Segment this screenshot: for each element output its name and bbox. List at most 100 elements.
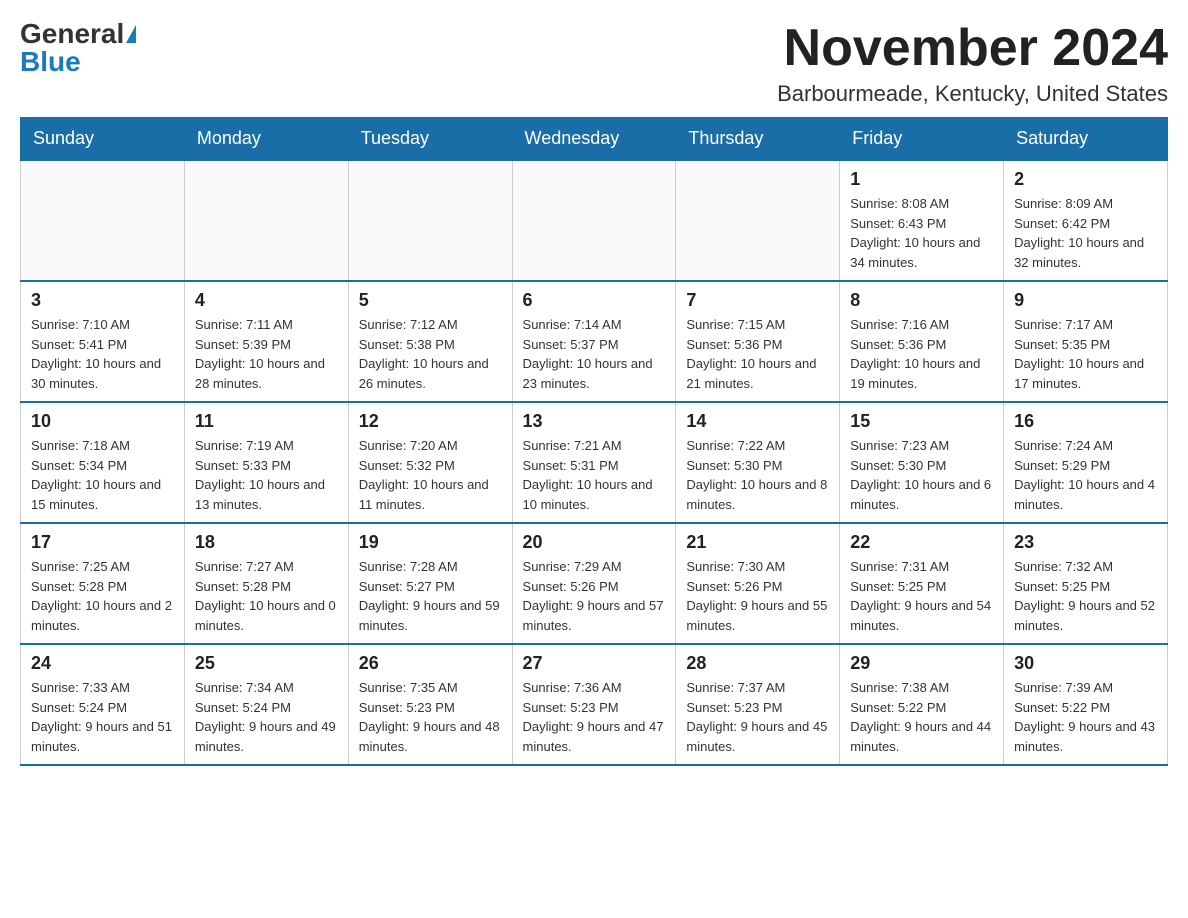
calendar-cell: 27 Sunrise: 7:36 AMSunset: 5:23 PMDayligh… bbox=[512, 644, 676, 765]
day-number: 22 bbox=[850, 532, 993, 553]
day-info: Sunrise: 7:30 AMSunset: 5:26 PMDaylight:… bbox=[686, 557, 829, 635]
calendar-week-4: 17 Sunrise: 7:25 AMSunset: 5:28 PMDayligh… bbox=[21, 523, 1168, 644]
day-number: 9 bbox=[1014, 290, 1157, 311]
day-number: 17 bbox=[31, 532, 174, 553]
day-number: 11 bbox=[195, 411, 338, 432]
day-number: 19 bbox=[359, 532, 502, 553]
day-info: Sunrise: 7:16 AMSunset: 5:36 PMDaylight:… bbox=[850, 315, 993, 393]
day-info: Sunrise: 7:19 AMSunset: 5:33 PMDaylight:… bbox=[195, 436, 338, 514]
title-block: November 2024 Barbourmeade, Kentucky, Un… bbox=[777, 20, 1168, 107]
day-number: 30 bbox=[1014, 653, 1157, 674]
calendar-cell: 18 Sunrise: 7:27 AMSunset: 5:28 PMDayligh… bbox=[184, 523, 348, 644]
day-number: 4 bbox=[195, 290, 338, 311]
day-info: Sunrise: 7:39 AMSunset: 5:22 PMDaylight:… bbox=[1014, 678, 1157, 756]
day-info: Sunrise: 7:24 AMSunset: 5:29 PMDaylight:… bbox=[1014, 436, 1157, 514]
calendar-cell: 30 Sunrise: 7:39 AMSunset: 5:22 PMDayligh… bbox=[1004, 644, 1168, 765]
day-info: Sunrise: 8:09 AMSunset: 6:42 PMDaylight:… bbox=[1014, 194, 1157, 272]
day-info: Sunrise: 7:33 AMSunset: 5:24 PMDaylight:… bbox=[31, 678, 174, 756]
weekday-header-friday: Friday bbox=[840, 118, 1004, 161]
day-number: 10 bbox=[31, 411, 174, 432]
calendar-cell: 7 Sunrise: 7:15 AMSunset: 5:36 PMDaylight… bbox=[676, 281, 840, 402]
day-number: 3 bbox=[31, 290, 174, 311]
calendar-cell: 1 Sunrise: 8:08 AMSunset: 6:43 PMDaylight… bbox=[840, 160, 1004, 281]
calendar-cell bbox=[676, 160, 840, 281]
day-number: 25 bbox=[195, 653, 338, 674]
calendar-cell bbox=[184, 160, 348, 281]
weekday-header-thursday: Thursday bbox=[676, 118, 840, 161]
day-info: Sunrise: 7:25 AMSunset: 5:28 PMDaylight:… bbox=[31, 557, 174, 635]
day-number: 13 bbox=[523, 411, 666, 432]
day-info: Sunrise: 7:11 AMSunset: 5:39 PMDaylight:… bbox=[195, 315, 338, 393]
day-number: 7 bbox=[686, 290, 829, 311]
day-info: Sunrise: 7:38 AMSunset: 5:22 PMDaylight:… bbox=[850, 678, 993, 756]
calendar-cell: 2 Sunrise: 8:09 AMSunset: 6:42 PMDaylight… bbox=[1004, 160, 1168, 281]
day-info: Sunrise: 7:12 AMSunset: 5:38 PMDaylight:… bbox=[359, 315, 502, 393]
calendar-cell: 20Sunrise: 7:29 AMSunset: 5:26 PMDayligh… bbox=[512, 523, 676, 644]
month-title: November 2024 bbox=[777, 20, 1168, 77]
logo-triangle-icon bbox=[126, 25, 136, 43]
day-number: 23 bbox=[1014, 532, 1157, 553]
day-number: 12 bbox=[359, 411, 502, 432]
calendar-cell: 8Sunrise: 7:16 AMSunset: 5:36 PMDaylight… bbox=[840, 281, 1004, 402]
calendar-cell: 10 Sunrise: 7:18 AMSunset: 5:34 PMDayligh… bbox=[21, 402, 185, 523]
calendar-week-3: 10 Sunrise: 7:18 AMSunset: 5:34 PMDayligh… bbox=[21, 402, 1168, 523]
calendar-week-5: 24Sunrise: 7:33 AMSunset: 5:24 PMDayligh… bbox=[21, 644, 1168, 765]
calendar-cell: 29 Sunrise: 7:38 AMSunset: 5:22 PMDayligh… bbox=[840, 644, 1004, 765]
day-info: Sunrise: 8:08 AMSunset: 6:43 PMDaylight:… bbox=[850, 194, 993, 272]
weekday-header-tuesday: Tuesday bbox=[348, 118, 512, 161]
day-info: Sunrise: 7:31 AMSunset: 5:25 PMDaylight:… bbox=[850, 557, 993, 635]
calendar-cell: 23 Sunrise: 7:32 AMSunset: 5:25 PMDayligh… bbox=[1004, 523, 1168, 644]
day-info: Sunrise: 7:15 AMSunset: 5:36 PMDaylight:… bbox=[686, 315, 829, 393]
day-number: 14 bbox=[686, 411, 829, 432]
day-info: Sunrise: 7:34 AMSunset: 5:24 PMDaylight:… bbox=[195, 678, 338, 756]
calendar-cell: 12 Sunrise: 7:20 AMSunset: 5:32 PMDayligh… bbox=[348, 402, 512, 523]
location-title: Barbourmeade, Kentucky, United States bbox=[777, 81, 1168, 107]
day-number: 16 bbox=[1014, 411, 1157, 432]
calendar-cell: 16 Sunrise: 7:24 AMSunset: 5:29 PMDayligh… bbox=[1004, 402, 1168, 523]
day-info: Sunrise: 7:17 AMSunset: 5:35 PMDaylight:… bbox=[1014, 315, 1157, 393]
calendar-cell: 26Sunrise: 7:35 AMSunset: 5:23 PMDayligh… bbox=[348, 644, 512, 765]
day-number: 21 bbox=[686, 532, 829, 553]
day-number: 2 bbox=[1014, 169, 1157, 190]
logo-general-text: General bbox=[20, 20, 124, 48]
calendar-cell: 14 Sunrise: 7:22 AMSunset: 5:30 PMDayligh… bbox=[676, 402, 840, 523]
day-info: Sunrise: 7:18 AMSunset: 5:34 PMDaylight:… bbox=[31, 436, 174, 514]
logo: General Blue bbox=[20, 20, 136, 76]
day-number: 1 bbox=[850, 169, 993, 190]
calendar-cell: 21 Sunrise: 7:30 AMSunset: 5:26 PMDayligh… bbox=[676, 523, 840, 644]
day-info: Sunrise: 7:20 AMSunset: 5:32 PMDaylight:… bbox=[359, 436, 502, 514]
day-number: 28 bbox=[686, 653, 829, 674]
day-info: Sunrise: 7:27 AMSunset: 5:28 PMDaylight:… bbox=[195, 557, 338, 635]
day-number: 6 bbox=[523, 290, 666, 311]
calendar-cell: 25 Sunrise: 7:34 AMSunset: 5:24 PMDayligh… bbox=[184, 644, 348, 765]
calendar-cell: 3Sunrise: 7:10 AMSunset: 5:41 PMDaylight… bbox=[21, 281, 185, 402]
calendar-cell: 11 Sunrise: 7:19 AMSunset: 5:33 PMDayligh… bbox=[184, 402, 348, 523]
page-header: General Blue November 2024 Barbourmeade,… bbox=[20, 20, 1168, 107]
weekday-header-monday: Monday bbox=[184, 118, 348, 161]
day-info: Sunrise: 7:32 AMSunset: 5:25 PMDaylight:… bbox=[1014, 557, 1157, 635]
calendar-cell bbox=[21, 160, 185, 281]
day-number: 29 bbox=[850, 653, 993, 674]
day-info: Sunrise: 7:28 AMSunset: 5:27 PMDaylight:… bbox=[359, 557, 502, 635]
logo-blue-text: Blue bbox=[20, 48, 81, 76]
day-number: 27 bbox=[523, 653, 666, 674]
day-info: Sunrise: 7:14 AMSunset: 5:37 PMDaylight:… bbox=[523, 315, 666, 393]
calendar-cell: 6 Sunrise: 7:14 AMSunset: 5:37 PMDaylight… bbox=[512, 281, 676, 402]
calendar-cell: 22 Sunrise: 7:31 AMSunset: 5:25 PMDayligh… bbox=[840, 523, 1004, 644]
day-info: Sunrise: 7:21 AMSunset: 5:31 PMDaylight:… bbox=[523, 436, 666, 514]
weekday-header-wednesday: Wednesday bbox=[512, 118, 676, 161]
day-info: Sunrise: 7:23 AMSunset: 5:30 PMDaylight:… bbox=[850, 436, 993, 514]
day-info: Sunrise: 7:36 AMSunset: 5:23 PMDaylight:… bbox=[523, 678, 666, 756]
calendar-table: SundayMondayTuesdayWednesdayThursdayFrid… bbox=[20, 117, 1168, 766]
day-number: 18 bbox=[195, 532, 338, 553]
calendar-cell: 9 Sunrise: 7:17 AMSunset: 5:35 PMDaylight… bbox=[1004, 281, 1168, 402]
weekday-header-row: SundayMondayTuesdayWednesdayThursdayFrid… bbox=[21, 118, 1168, 161]
calendar-cell: 4 Sunrise: 7:11 AMSunset: 5:39 PMDaylight… bbox=[184, 281, 348, 402]
day-number: 15 bbox=[850, 411, 993, 432]
day-number: 20 bbox=[523, 532, 666, 553]
day-info: Sunrise: 7:22 AMSunset: 5:30 PMDaylight:… bbox=[686, 436, 829, 514]
calendar-cell bbox=[348, 160, 512, 281]
day-info: Sunrise: 7:37 AMSunset: 5:23 PMDaylight:… bbox=[686, 678, 829, 756]
weekday-header-sunday: Sunday bbox=[21, 118, 185, 161]
day-number: 5 bbox=[359, 290, 502, 311]
